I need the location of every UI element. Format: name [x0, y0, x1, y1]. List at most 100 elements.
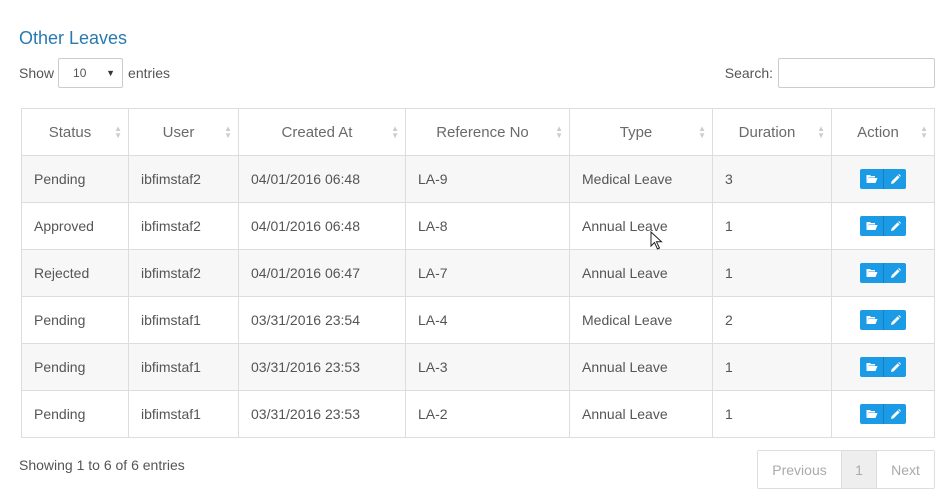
cell-action	[831, 202, 935, 250]
entries-per-page-select[interactable]: 10 ▼	[58, 58, 124, 88]
entries-length-control: Show 10 ▼ entries	[19, 58, 170, 88]
table-header-row: Status ▲ ▼ User ▲ ▼ Created At ▲ ▼ Reference No ▲ ▼…	[21, 108, 935, 156]
cell-user: ibfimstaf1	[128, 343, 239, 391]
view-button[interactable]	[860, 310, 883, 330]
column-header-label: Type	[619, 123, 653, 141]
table-row: Rejected ibfimstaf2 04/01/2016 06:47 LA-7 An…	[21, 249, 935, 297]
cell-reference-no: LA-7	[405, 249, 570, 297]
sort-icon: ▲ ▼	[817, 124, 825, 140]
search-control: Search:	[725, 58, 935, 88]
edit-button[interactable]	[883, 263, 906, 283]
cell-status: Pending	[21, 155, 129, 203]
cell-action	[831, 343, 935, 391]
view-button[interactable]	[860, 169, 883, 189]
search-label: Search:	[724, 65, 773, 81]
table-row: Pending ibfimstaf1 03/31/2016 23:53 LA-2 Ann…	[21, 390, 935, 438]
cell-action	[831, 249, 935, 297]
pencil-icon	[890, 220, 901, 232]
folder-open-icon	[866, 315, 878, 325]
chevron-down-icon: ▼	[106, 68, 116, 78]
cell-type: Annual Leave	[569, 390, 713, 438]
cell-created-at: 03/31/2016 23:53	[238, 390, 406, 438]
column-header-label: Action	[857, 123, 899, 141]
cell-created-at: 04/01/2016 06:48	[238, 202, 406, 250]
folder-open-icon	[866, 174, 878, 184]
cell-action	[831, 296, 935, 344]
view-button[interactable]	[860, 263, 883, 283]
column-header-label: Status	[48, 123, 92, 141]
page-title: Other Leaves	[19, 28, 128, 48]
sort-icon: ▲ ▼	[114, 124, 122, 140]
table-body: Pending ibfimstaf2 04/01/2016 06:48 LA-9 Med…	[21, 155, 935, 438]
cell-type: Medical Leave	[569, 155, 713, 203]
search-input[interactable]	[778, 58, 935, 88]
action-button-group	[860, 216, 906, 236]
edit-button[interactable]	[883, 310, 906, 330]
cell-user: ibfimstaf2	[128, 202, 239, 250]
cell-user: ibfimstaf2	[128, 155, 239, 203]
edit-button[interactable]	[883, 404, 906, 424]
folder-open-icon	[866, 268, 878, 278]
cell-duration: 1	[712, 249, 832, 297]
column-header-created-at[interactable]: Created At ▲ ▼	[238, 108, 406, 156]
cell-status: Approved	[21, 202, 129, 250]
folder-open-icon	[866, 409, 878, 419]
folder-open-icon	[866, 221, 878, 231]
view-button[interactable]	[860, 216, 883, 236]
column-header-action[interactable]: Action ▲ ▼	[831, 108, 935, 156]
next-page-button[interactable]: Next	[877, 451, 934, 488]
cell-type: Annual Leave	[569, 202, 713, 250]
pencil-icon	[890, 173, 901, 185]
cell-status: Rejected	[21, 249, 129, 297]
column-header-label: Reference No	[436, 123, 529, 141]
table-row: Pending ibfimstaf2 04/01/2016 06:48 LA-9 Med…	[21, 155, 935, 203]
cell-reference-no: LA-9	[405, 155, 570, 203]
table-row: Approved ibfimstaf2 04/01/2016 06:48 LA-8 An…	[21, 202, 935, 250]
show-label: Show	[19, 65, 55, 81]
cell-type: Annual Leave	[569, 249, 713, 297]
column-header-reference-no[interactable]: Reference No ▲ ▼	[405, 108, 570, 156]
edit-button[interactable]	[883, 357, 906, 377]
cell-user: ibfimstaf1	[128, 296, 239, 344]
column-header-label: User	[162, 123, 195, 141]
table-row: Pending ibfimstaf1 03/31/2016 23:53 LA-3 Ann…	[21, 343, 935, 391]
pencil-icon	[890, 361, 901, 373]
view-button[interactable]	[860, 404, 883, 424]
column-header-type[interactable]: Type ▲ ▼	[569, 108, 713, 156]
entries-label: entries	[128, 65, 171, 81]
cell-user: ibfimstaf1	[128, 390, 239, 438]
edit-button[interactable]	[883, 216, 906, 236]
column-header-label: Duration	[738, 123, 796, 141]
cell-status: Pending	[21, 390, 129, 438]
sort-icon: ▲ ▼	[920, 124, 928, 140]
cell-reference-no: LA-8	[405, 202, 570, 250]
column-header-duration[interactable]: Duration ▲ ▼	[712, 108, 832, 156]
entries-per-page-value: 10	[73, 66, 87, 80]
cell-status: Pending	[21, 296, 129, 344]
cell-created-at: 04/01/2016 06:47	[238, 249, 406, 297]
cell-type: Annual Leave	[569, 343, 713, 391]
sort-icon: ▲ ▼	[698, 124, 706, 140]
column-header-label: Created At	[281, 123, 353, 141]
edit-button[interactable]	[883, 169, 906, 189]
cell-duration: 2	[712, 296, 832, 344]
sort-icon: ▲ ▼	[224, 124, 232, 140]
pencil-icon	[890, 267, 901, 279]
previous-page-button[interactable]: Previous	[758, 451, 842, 488]
view-button[interactable]	[860, 357, 883, 377]
page-1-button[interactable]: 1	[842, 451, 877, 488]
cell-duration: 3	[712, 155, 832, 203]
mouse-cursor-icon	[650, 231, 663, 250]
action-button-group	[860, 357, 906, 377]
action-button-group	[860, 310, 906, 330]
action-button-group	[860, 169, 906, 189]
table-info: Showing 1 to 6 of 6 entries	[19, 457, 185, 473]
column-header-user[interactable]: User ▲ ▼	[128, 108, 239, 156]
column-header-status[interactable]: Status ▲ ▼	[21, 108, 129, 156]
cell-action	[831, 390, 935, 438]
cell-reference-no: LA-2	[405, 390, 570, 438]
cell-created-at: 04/01/2016 06:48	[238, 155, 406, 203]
cell-created-at: 03/31/2016 23:53	[238, 343, 406, 391]
cell-status: Pending	[21, 343, 129, 391]
pagination: Previous 1 Next	[757, 450, 935, 489]
